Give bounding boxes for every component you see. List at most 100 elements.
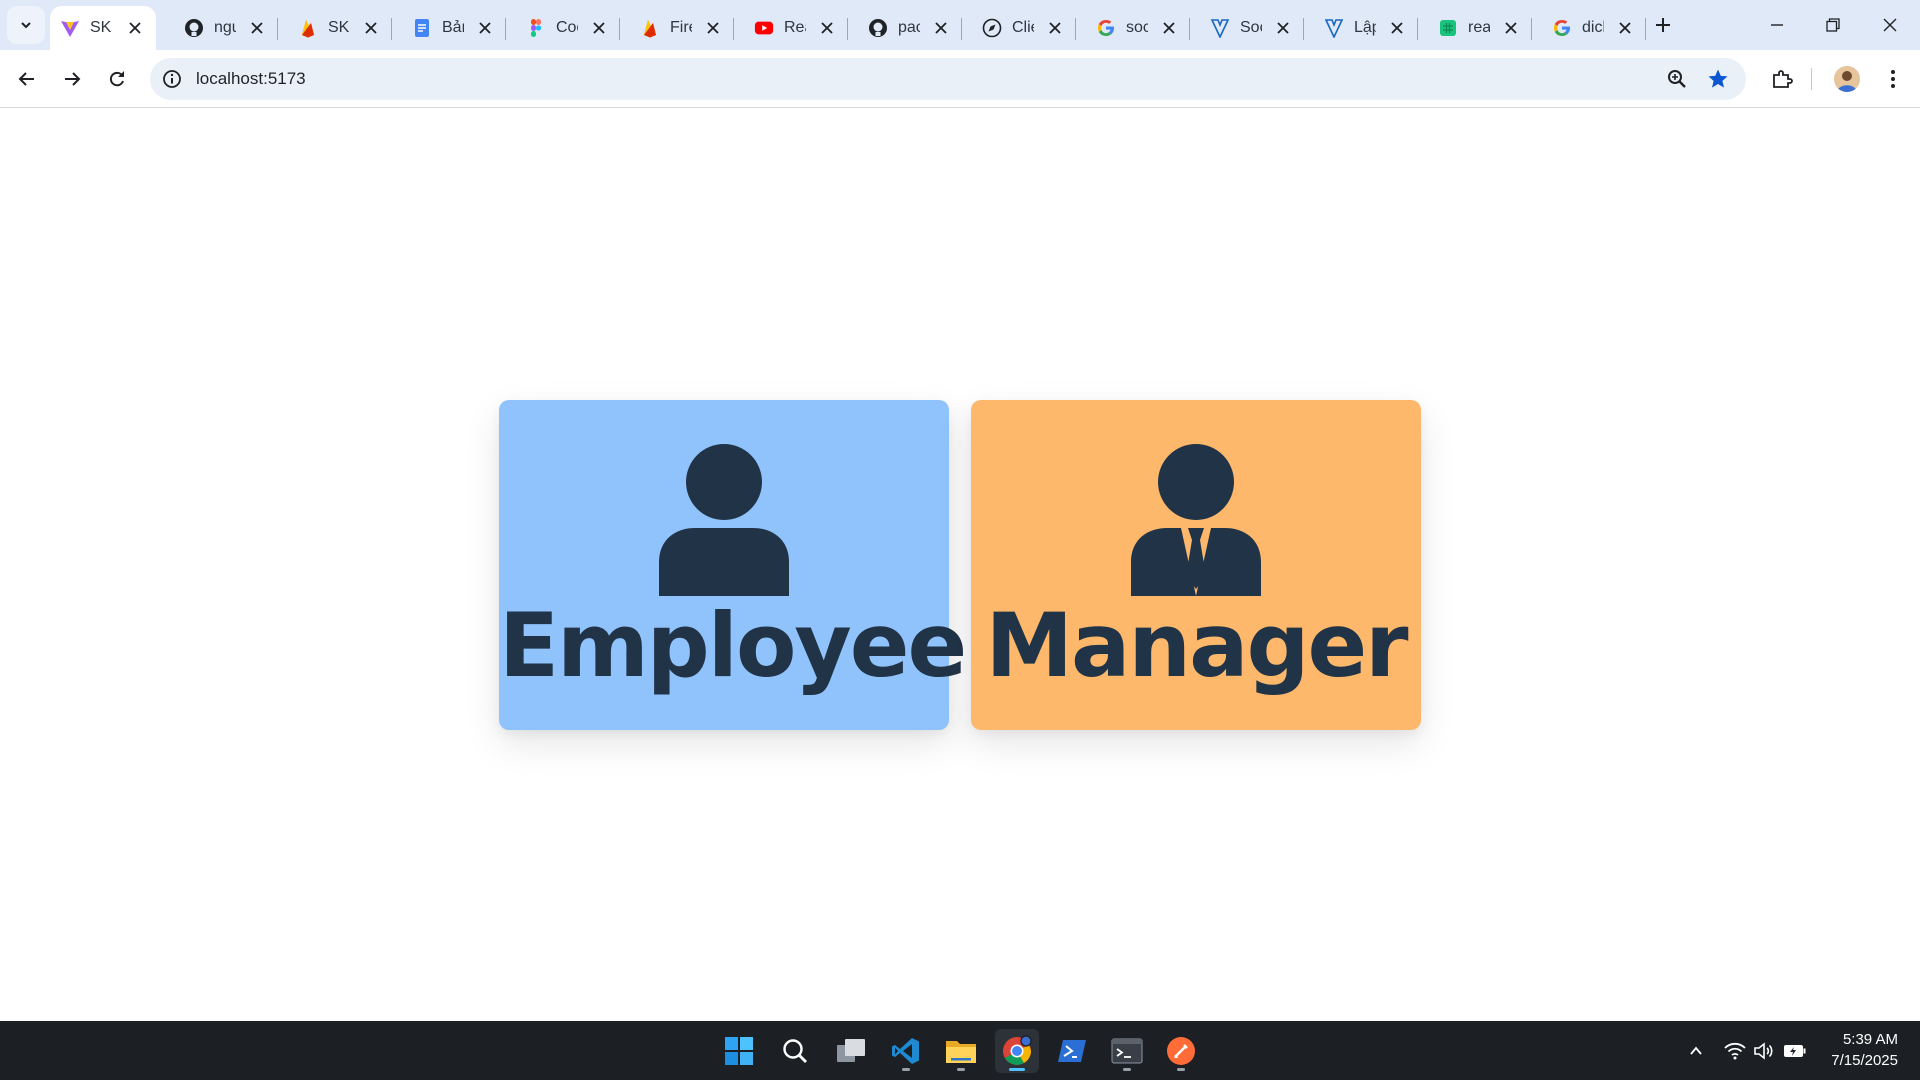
tab-title: Clie: [1012, 19, 1034, 36]
browser-tab[interactable]: Bản: [392, 6, 506, 50]
sheets-icon: [1438, 18, 1458, 38]
page-content: Employee Manager: [0, 109, 1920, 1021]
browser-tab[interactable]: Lập: [1304, 6, 1418, 50]
reload-button[interactable]: [101, 63, 133, 95]
tab-title: pac: [898, 19, 920, 36]
vuetify-icon: [1324, 18, 1344, 38]
running-indicator: [902, 1068, 910, 1071]
tab-search-button[interactable]: [7, 6, 45, 44]
tab-title: ngu: [214, 19, 236, 36]
powershell-taskbar-button[interactable]: [1050, 1029, 1094, 1073]
tab-close-button[interactable]: [362, 19, 380, 37]
tab-title: Fire: [670, 19, 692, 36]
reload-icon: [109, 71, 124, 87]
arrow-right-icon: [65, 72, 81, 86]
browser-tab[interactable]: Clie: [962, 6, 1076, 50]
volume-button[interactable]: [1752, 1039, 1776, 1063]
tab-close-button[interactable]: [126, 19, 144, 37]
terminal-taskbar-button[interactable]: [1105, 1029, 1149, 1073]
browser-tab[interactable]: Fire: [620, 6, 734, 50]
tab-close-button[interactable]: [1046, 19, 1064, 37]
extensions-button[interactable]: [1765, 62, 1799, 96]
browser-tab[interactable]: ngu: [164, 6, 278, 50]
bookmark-star-icon[interactable]: [1706, 67, 1730, 91]
tab-separator: [1645, 18, 1646, 40]
tab-close-button[interactable]: [818, 19, 836, 37]
arrow-left-icon: [18, 72, 34, 86]
close-window-button[interactable]: [1870, 10, 1910, 40]
browser-tab[interactable]: Rea: [734, 6, 848, 50]
tab-close-button[interactable]: [1274, 19, 1292, 37]
file-explorer-taskbar-button[interactable]: [939, 1029, 983, 1073]
tab-title: Cod: [556, 19, 578, 36]
browser-tab[interactable]: pac: [848, 6, 962, 50]
tab-close-button[interactable]: [476, 19, 494, 37]
tab-title: Lập: [1354, 19, 1376, 36]
tab-close-button[interactable]: [1388, 19, 1406, 37]
employee-label: Employee: [499, 594, 967, 697]
taskbar-search-button[interactable]: [773, 1029, 817, 1073]
vscode-taskbar-button[interactable]: [884, 1029, 928, 1073]
new-tab-button[interactable]: [1650, 12, 1676, 38]
tab-close-button[interactable]: [1160, 19, 1178, 37]
close-icon: [251, 22, 263, 34]
chrome-taskbar-button[interactable]: [995, 1029, 1039, 1073]
close-icon: [1049, 22, 1061, 34]
vscode-icon: [892, 1038, 919, 1064]
manager-role-card[interactable]: Manager: [971, 400, 1421, 730]
tab-close-button[interactable]: [1616, 19, 1634, 37]
vite-icon: [60, 18, 80, 38]
tab-close-button[interactable]: [248, 19, 266, 37]
close-icon: [1505, 22, 1517, 34]
youtube-icon: [754, 18, 774, 38]
tab-close-button[interactable]: [704, 19, 722, 37]
chevron-up-icon: [1690, 1046, 1702, 1055]
info-icon[interactable]: [162, 69, 182, 89]
back-button[interactable]: [11, 63, 43, 95]
restore-button[interactable]: [1813, 10, 1853, 40]
clock-date: 7/15/2025: [1831, 1052, 1898, 1069]
search-icon: [783, 1039, 807, 1063]
running-indicator: [957, 1068, 965, 1071]
browser-tab[interactable]: dich: [1532, 6, 1646, 50]
google-icon: [1552, 18, 1572, 38]
minimize-button[interactable]: [1757, 10, 1797, 40]
browser-tab[interactable]: rea: [1418, 6, 1532, 50]
show-hidden-icons-button[interactable]: [1684, 1039, 1708, 1063]
close-icon: [935, 22, 947, 34]
tab-close-button[interactable]: [1502, 19, 1520, 37]
system-clock[interactable]: 5:39 AM 7/15/2025: [1831, 1029, 1898, 1071]
browser-tab[interactable]: Cod: [506, 6, 620, 50]
postman-icon: [1167, 1037, 1195, 1065]
close-icon: [707, 22, 719, 34]
browser-tab[interactable]: soc: [1076, 6, 1190, 50]
running-indicator: [1123, 1068, 1131, 1071]
avatar: [1834, 66, 1860, 92]
task-view-icon: [837, 1039, 865, 1062]
postman-taskbar-button[interactable]: [1159, 1029, 1203, 1073]
browser-tab[interactable]: SKIF: [50, 6, 156, 50]
tab-title: soc: [1126, 19, 1148, 36]
tab-title: dich: [1582, 19, 1604, 36]
browser-tab[interactable]: Soc: [1190, 6, 1304, 50]
close-icon: [1883, 18, 1897, 32]
running-indicator: [1177, 1068, 1185, 1071]
profile-button[interactable]: [1830, 62, 1864, 96]
url-text: localhost:5173: [196, 69, 306, 88]
close-icon: [479, 22, 491, 34]
employee-role-card[interactable]: Employee: [499, 400, 967, 730]
battery-button[interactable]: [1783, 1039, 1807, 1063]
close-icon: [821, 22, 833, 34]
tab-close-button[interactable]: [932, 19, 950, 37]
google-icon: [1096, 18, 1116, 38]
zoom-icon[interactable]: [1666, 68, 1688, 90]
browser-tab[interactable]: SKIF: [278, 6, 392, 50]
address-bar[interactable]: localhost:5173: [150, 58, 1746, 100]
wifi-status-button[interactable]: [1723, 1039, 1747, 1063]
browser-menu-button[interactable]: [1876, 62, 1910, 96]
forward-button[interactable]: [56, 63, 88, 95]
task-view-button[interactable]: [829, 1029, 873, 1073]
tab-strip: SKIF ngu SKIF Bản Cod Fire Rea pac Clie soc Soc Lập…: [0, 0, 1920, 50]
start-button[interactable]: [717, 1029, 761, 1073]
tab-close-button[interactable]: [590, 19, 608, 37]
